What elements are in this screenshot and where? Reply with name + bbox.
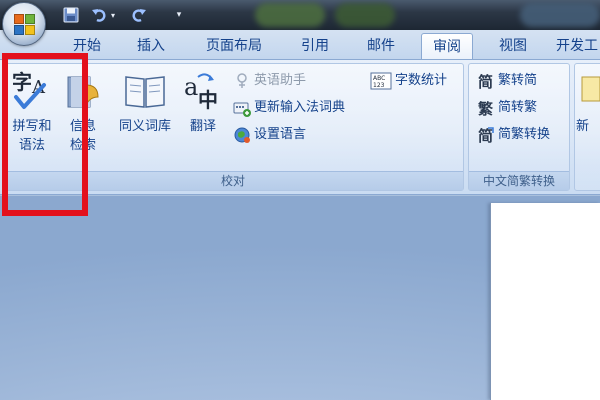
thesaurus-label: 同义词库 (118, 119, 171, 134)
update-ime-dictionary-button[interactable]: 更新输入法词典 (233, 97, 345, 119)
tab-review[interactable]: 审阅 (421, 33, 473, 60)
undo-dropdown-icon[interactable]: ▾ (108, 6, 118, 24)
new-comment-button[interactable]: 新 (574, 67, 600, 143)
title-bar-blur (335, 3, 395, 27)
word-count-label: 字数统计 (395, 73, 448, 88)
save-icon[interactable] (62, 6, 80, 24)
title-bar-blur (520, 3, 600, 27)
thesaurus-book-icon (124, 71, 166, 111)
svg-text:a: a (184, 73, 198, 101)
convert-button[interactable]: 简简繁转换 (477, 124, 550, 146)
english-assistant-button[interactable]: 英语助手 (233, 70, 306, 92)
svg-text:简: 简 (478, 73, 493, 90)
svg-text:ABC: ABC (373, 75, 385, 82)
set-language-icon (233, 126, 251, 144)
thesaurus-button[interactable]: 同义词库 (110, 67, 180, 143)
trad-to-simp-label: 繁转简 (498, 73, 538, 88)
svg-text:繁: 繁 (477, 100, 494, 117)
undo-icon[interactable] (90, 6, 108, 24)
english-assistant-label: 英语助手 (254, 73, 307, 88)
translate-button[interactable]: a 中 翻译 (180, 67, 226, 143)
group-label-chinese-conversion: 中文简繁转换 (469, 171, 569, 190)
new-comment-icon (580, 73, 600, 107)
new-comment-label: 新 (576, 119, 590, 134)
title-bar-blur (255, 3, 325, 27)
set-language-button[interactable]: 设置语言 (233, 124, 306, 146)
redo-icon[interactable] (130, 6, 148, 24)
english-assistant-icon (233, 72, 251, 90)
document-page[interactable] (490, 203, 600, 400)
word-count-button[interactable]: ABC 123 字数统计 (370, 70, 447, 92)
update-dictionary-icon (233, 99, 251, 117)
customize-icon[interactable]: ▾ (170, 6, 188, 24)
tab-mailings[interactable]: 邮件 (356, 33, 406, 59)
tab-references[interactable]: 引用 (290, 33, 340, 59)
title-bar: ▾ ▾ (0, 0, 600, 30)
set-language-label: 设置语言 (254, 127, 307, 142)
svg-text:中: 中 (198, 88, 218, 111)
office-button[interactable] (2, 2, 46, 46)
simp-to-trad-label: 简转繁 (498, 100, 538, 115)
translate-label: 翻译 (189, 119, 216, 134)
simp-to-trad-icon: 繁 (477, 99, 495, 118)
svg-text:123: 123 (373, 82, 385, 89)
translate-icon: a 中 (182, 71, 224, 112)
tab-insert[interactable]: 插入 (126, 33, 176, 59)
svg-text:简: 简 (478, 127, 493, 144)
office-logo-icon (14, 14, 36, 36)
convert-label: 简繁转换 (498, 127, 551, 142)
tab-developer[interactable]: 开发工 (556, 33, 600, 59)
trad-to-simp-icon: 简 (477, 72, 495, 91)
highlight-box (2, 53, 88, 216)
simp-to-trad-button[interactable]: 繁简转繁 (477, 97, 537, 119)
convert-icon: 简 (477, 126, 495, 145)
trad-to-simp-button[interactable]: 简繁转简 (477, 70, 537, 92)
tab-view[interactable]: 视图 (488, 33, 538, 59)
tab-page-layout[interactable]: 页面布局 (196, 33, 272, 59)
word-count-icon: ABC 123 (370, 72, 392, 90)
update-ime-dictionary-label: 更新输入法词典 (254, 100, 346, 115)
